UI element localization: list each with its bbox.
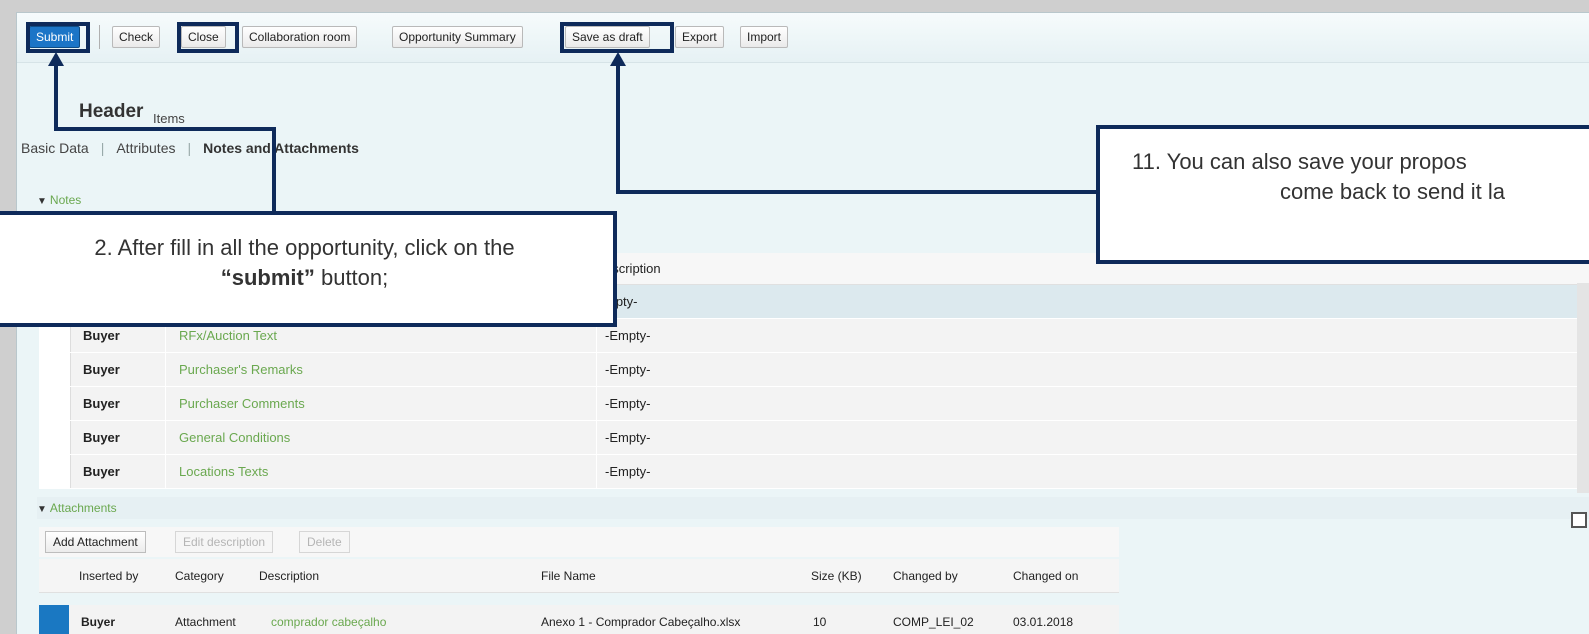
subtab-basic-data[interactable]: Basic Data xyxy=(21,140,89,156)
attachments-section-title[interactable]: ▼ Attachments xyxy=(37,497,1589,519)
file-name[interactable]: Anexo 1 - Comprador Cabeçalho.xlsx xyxy=(541,615,740,629)
save-draft-instruction-callout: 11. You can also save your propos come b… xyxy=(1096,125,1589,264)
toolbar-separator xyxy=(99,25,100,49)
note-description: -Empty- xyxy=(605,328,651,343)
export-button[interactable]: Export xyxy=(675,26,724,48)
table-row[interactable]: Buyer Locations Texts -Empty- xyxy=(39,455,1589,489)
note-author: Buyer xyxy=(83,430,120,445)
note-description: -Empty- xyxy=(605,430,651,445)
annotation-line xyxy=(616,66,620,194)
attachments-toolbar: Add Attachment Edit description Delete xyxy=(39,527,1119,557)
note-type-link[interactable]: Purchaser Comments xyxy=(179,396,305,411)
submit-instruction-callout: 2. After fill in all the opportunity, cl… xyxy=(0,211,617,327)
changed-by: COMP_LEI_02 xyxy=(893,615,974,629)
subtab-bar: Basic Data | Attributes | Notes and Attachme… xyxy=(21,140,359,156)
row-selector[interactable] xyxy=(39,455,71,488)
subtab-notes-attachments[interactable]: Notes and Attachments xyxy=(203,140,359,156)
col-changed-on: Changed on xyxy=(1013,569,1079,583)
attachments-header-row: Inserted by Category Description File Na… xyxy=(39,559,1119,593)
arrowhead-icon xyxy=(610,52,626,66)
row-selector[interactable] xyxy=(39,605,69,634)
row-selector[interactable] xyxy=(39,387,71,420)
add-attachment-button[interactable]: Add Attachment xyxy=(45,531,146,553)
annotation-line xyxy=(616,190,1100,194)
arrowhead-icon xyxy=(48,52,64,66)
note-type-link[interactable]: Purchaser's Remarks xyxy=(179,362,303,377)
description-link[interactable]: comprador cabeçalho xyxy=(271,615,386,629)
table-row[interactable]: Buyer Purchaser's Remarks -Empty- xyxy=(39,353,1589,387)
tab-items[interactable]: Items xyxy=(153,111,185,126)
check-button[interactable]: Check xyxy=(112,26,161,48)
delete-button[interactable]: Delete xyxy=(299,531,350,553)
notes-scrollbar[interactable] xyxy=(1577,283,1589,493)
import-button[interactable]: Import xyxy=(740,26,789,48)
inserted-by: Buyer xyxy=(81,615,116,629)
save-as-draft-button[interactable]: Save as draft xyxy=(565,26,650,48)
callout-text: 11. You can also save your propos xyxy=(1132,149,1467,174)
callout-text: come back to send it la xyxy=(1280,179,1506,204)
table-row[interactable]: Buyer Purchaser Comments -Empty- xyxy=(39,387,1589,421)
note-type-link[interactable]: General Conditions xyxy=(179,430,290,445)
size: 10 xyxy=(813,615,827,629)
collapse-triangle-icon[interactable]: ▼ xyxy=(37,504,47,515)
row-selector[interactable] xyxy=(39,353,71,386)
window-icon[interactable] xyxy=(1571,512,1587,528)
submit-button[interactable]: Submit xyxy=(29,26,81,48)
col-description: Description xyxy=(259,569,320,583)
changed-on: 03.01.2018 xyxy=(1013,615,1074,629)
subtab-attributes[interactable]: Attributes xyxy=(116,140,175,156)
note-description: -Empty- xyxy=(605,362,651,377)
close-button[interactable]: Close xyxy=(181,26,226,48)
col-size: Size (KB) xyxy=(811,569,862,583)
category: Attachment xyxy=(175,615,236,629)
note-type-link[interactable]: RFx/Auction Text xyxy=(179,328,277,343)
opportunity-summary-button[interactable]: Opportunity Summary xyxy=(392,26,523,48)
col-category: Category xyxy=(175,569,224,583)
col-file-name: File Name xyxy=(541,569,596,583)
note-type-link[interactable]: Locations Texts xyxy=(179,464,268,479)
note-author: Buyer xyxy=(83,396,120,411)
edit-description-button[interactable]: Edit description xyxy=(175,531,274,553)
toolbar: Submit Check Close Collaboration room Op… xyxy=(17,13,1589,63)
note-description: -Empty- xyxy=(605,464,651,479)
col-inserted-by: Inserted by xyxy=(79,569,139,583)
collaboration-room-button[interactable]: Collaboration room xyxy=(242,26,358,48)
note-author: Buyer xyxy=(83,362,120,377)
annotation-line xyxy=(54,65,58,131)
note-description: -Empty- xyxy=(605,396,651,411)
tab-header[interactable]: Header xyxy=(79,101,143,123)
row-selector[interactable] xyxy=(39,421,71,454)
callout-text: “submit” button; xyxy=(220,265,389,290)
callout-text: 2. After fill in all the opportunity, cl… xyxy=(94,235,515,260)
table-row[interactable]: Buyer Attachment comprador cabeçalho Ane… xyxy=(39,605,1119,634)
annotation-line xyxy=(54,127,276,131)
note-author: Buyer xyxy=(83,464,120,479)
table-row[interactable]: Buyer General Conditions -Empty- xyxy=(39,421,1589,455)
annotation-line xyxy=(272,127,276,214)
collapse-triangle-icon[interactable]: ▼ xyxy=(37,196,47,207)
note-author: Buyer xyxy=(83,328,120,343)
col-changed-by: Changed by xyxy=(893,569,958,583)
